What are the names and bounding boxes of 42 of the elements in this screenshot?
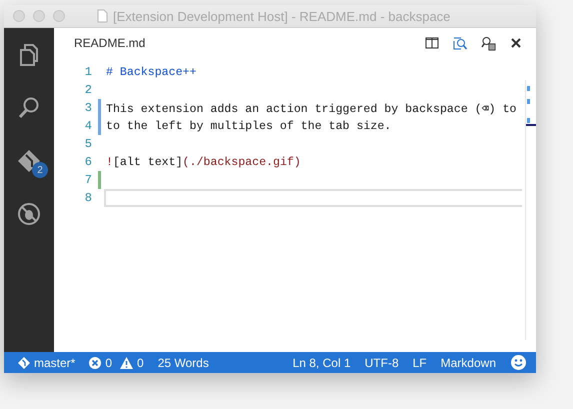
code-text: # Backspace++ xyxy=(106,66,196,78)
window-title: [Extension Development Host] - README.md - backspace xyxy=(113,8,450,24)
feedback-button[interactable] xyxy=(510,354,526,370)
language-mode-item[interactable]: Markdown xyxy=(440,356,496,370)
line-ending-item[interactable]: LF xyxy=(412,356,427,370)
error-count: 0 xyxy=(105,356,112,370)
warning-icon xyxy=(120,356,134,368)
split-editor-button[interactable] xyxy=(424,35,440,51)
cursor-position[interactable]: Ln 8, Col 1 xyxy=(292,356,351,370)
encoding-item[interactable]: UTF-8 xyxy=(364,356,399,370)
line-number: 4 xyxy=(84,119,92,133)
line-number: 6 xyxy=(84,155,92,169)
warning-count: 0 xyxy=(137,356,144,370)
search-icon xyxy=(17,96,41,120)
code-text: (./backspace.gif) xyxy=(182,156,301,168)
magnifier-document-icon xyxy=(452,36,468,50)
problems-item[interactable]: 0 0 xyxy=(89,356,144,370)
error-icon xyxy=(89,356,102,368)
no-bug-icon xyxy=(17,202,41,226)
document-icon xyxy=(97,9,108,23)
line-number: 5 xyxy=(84,137,92,151)
smiley-icon xyxy=(510,355,526,370)
branch-item[interactable]: master* xyxy=(18,356,76,370)
line-number: 8 xyxy=(84,191,92,205)
open-preview-button[interactable] xyxy=(480,35,496,51)
word-count: 25 Words xyxy=(158,356,209,370)
split-editor-icon xyxy=(425,37,439,49)
count-badge: 2 xyxy=(32,162,48,178)
code-text: ! xyxy=(106,156,113,168)
line-number: 1 xyxy=(84,65,92,79)
line-number: 3 xyxy=(84,101,92,115)
git-icon xyxy=(18,356,30,368)
preview-button[interactable] xyxy=(452,35,468,51)
close-icon xyxy=(511,38,521,48)
code-text: This extension adds an action triggered by backspace (⌫) to xyxy=(106,102,517,116)
magnifier-grid-icon xyxy=(480,36,496,50)
line-number: 7 xyxy=(84,173,92,187)
line-number: 2 xyxy=(84,83,92,97)
file-name: README.md xyxy=(74,36,146,50)
files-icon xyxy=(18,43,40,67)
code-text: to the left by multiples of the tab size. xyxy=(106,120,392,132)
code-text: [alt text] xyxy=(112,156,183,168)
